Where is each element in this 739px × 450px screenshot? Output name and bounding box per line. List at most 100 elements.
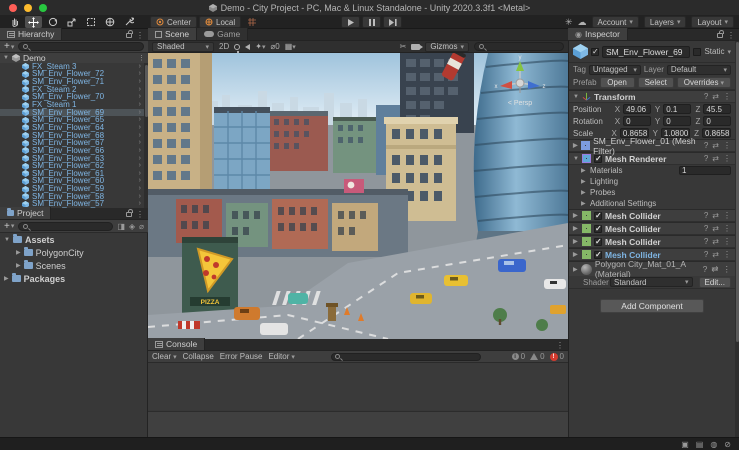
- progress-idle-icon[interactable]: ⊘: [724, 440, 731, 449]
- layers-dropdown[interactable]: Layers ▾: [643, 16, 687, 28]
- mesh-collider-header[interactable]: ▶ Mesh Collider ?⇄⋮: [569, 209, 735, 222]
- help-icon[interactable]: ?: [703, 264, 708, 275]
- tab-scene[interactable]: Scene: [148, 28, 198, 40]
- z-value-field[interactable]: 0: [703, 116, 731, 126]
- y-value-field[interactable]: 0.1: [663, 104, 691, 114]
- gizmo-persp-label[interactable]: < Persp: [508, 100, 532, 107]
- activity-icon[interactable]: ▤: [696, 440, 704, 449]
- component-menu-icon[interactable]: ⋮: [723, 224, 731, 233]
- auto-generate-lighting-icon[interactable]: ▣: [681, 440, 689, 449]
- mesh-filter-header[interactable]: ▶ SM_Env_Flower_01 (Mesh Filter) ? ⇄ ⋮: [569, 136, 735, 156]
- play-button[interactable]: [341, 16, 360, 28]
- layer-dropdown[interactable]: Default ▾: [666, 64, 731, 75]
- gizmo-axis-z-label[interactable]: z: [543, 84, 546, 90]
- lock-icon[interactable]: [717, 30, 724, 38]
- transform-tool-button[interactable]: [101, 16, 118, 28]
- component-enabled-checkbox[interactable]: [594, 237, 602, 246]
- rotate-tool-button[interactable]: [44, 16, 61, 28]
- help-icon[interactable]: ?: [704, 141, 708, 150]
- mesh-renderer-property-row[interactable]: ▶ Lighting: [569, 176, 735, 187]
- transform-component-header[interactable]: ▼ Transform ? ⇄ ⋮: [569, 90, 735, 103]
- grid-snap-button[interactable]: [243, 16, 260, 28]
- scene-audio-toggle-icon[interactable]: [245, 43, 251, 50]
- cloud-icon[interactable]: ☁: [578, 16, 587, 28]
- tab-hierarchy[interactable]: Hierarchy: [0, 28, 63, 40]
- component-menu-icon[interactable]: ⋮: [723, 154, 731, 163]
- hidden-packages-icon[interactable]: ⌀: [139, 222, 144, 231]
- hierarchy-search-input[interactable]: [18, 42, 144, 51]
- panel-menu-icon[interactable]: ⋮: [136, 31, 144, 40]
- component-enabled-checkbox[interactable]: [594, 154, 602, 163]
- console-error-pause-toggle[interactable]: Error Pause: [220, 352, 263, 361]
- layout-dropdown[interactable]: Layout ▾: [691, 16, 734, 28]
- custom-tool-button[interactable]: [120, 16, 137, 28]
- active-checkbox[interactable]: [591, 47, 599, 56]
- hierarchy-scene-row[interactable]: ▼ Demo ⋮: [0, 53, 148, 63]
- component-menu-icon[interactable]: ⋮: [723, 250, 731, 259]
- help-icon[interactable]: ?: [704, 211, 708, 220]
- search-by-type-icon[interactable]: ◨: [117, 222, 125, 231]
- lock-icon[interactable]: [126, 209, 133, 217]
- prefab-open-button[interactable]: Open: [599, 77, 635, 88]
- y-value-field[interactable]: 0: [663, 116, 691, 126]
- rotation-local-button[interactable]: Local: [199, 16, 242, 28]
- help-icon[interactable]: ?: [704, 154, 708, 163]
- panel-menu-icon[interactable]: ⋮: [136, 210, 144, 219]
- component-enabled-checkbox[interactable]: [594, 211, 602, 220]
- mesh-renderer-property-row[interactable]: ▶ Materials 1: [569, 165, 735, 176]
- hidden-objects-toggle[interactable]: ⌀0: [270, 42, 279, 51]
- component-tools-icon[interactable]: ✂: [400, 42, 407, 51]
- tab-game[interactable]: Game: [197, 28, 249, 40]
- step-button[interactable]: [383, 16, 402, 28]
- 2d-toggle[interactable]: 2D: [219, 42, 229, 51]
- presets-icon[interactable]: ⇄: [712, 92, 719, 101]
- gizmos-dropdown[interactable]: Gizmos ▾: [425, 41, 469, 52]
- panel-menu-icon[interactable]: ⋮: [556, 341, 564, 350]
- z-value-field[interactable]: 45.5: [703, 104, 731, 114]
- tag-dropdown[interactable]: Untagged ▾: [588, 64, 641, 75]
- effects-dropdown[interactable]: ✦▾: [255, 42, 265, 51]
- rect-tool-button[interactable]: [82, 16, 99, 28]
- project-folder-polygoncity[interactable]: ▶ PolygonCity: [0, 246, 147, 259]
- console-editor-dropdown[interactable]: Editor ▾: [268, 352, 294, 361]
- help-icon[interactable]: ?: [704, 92, 708, 101]
- grid-visibility-dropdown[interactable]: ▦▾: [285, 42, 296, 51]
- presets-icon[interactable]: ⇄: [712, 154, 719, 163]
- help-icon[interactable]: ?: [704, 250, 708, 259]
- search-by-label-icon[interactable]: ◈: [129, 222, 135, 231]
- prefab-select-button[interactable]: Select: [637, 77, 674, 88]
- console-warning-filter[interactable]: 0: [530, 352, 545, 361]
- component-enabled-checkbox[interactable]: [594, 224, 602, 233]
- console-error-filter[interactable]: ! 0: [549, 352, 564, 361]
- create-object-button[interactable]: + ▾: [4, 41, 14, 52]
- component-menu-icon[interactable]: ⋮: [723, 92, 731, 101]
- lock-icon[interactable]: [126, 30, 133, 38]
- presets-icon[interactable]: ⇄: [712, 237, 719, 246]
- prefab-overrides-dropdown[interactable]: Overrides ▾: [676, 77, 731, 88]
- create-asset-button[interactable]: + ▾: [4, 221, 14, 232]
- gameobject-name-field[interactable]: SM_Env_Flower_69: [602, 45, 691, 58]
- x-value-field[interactable]: 0: [623, 116, 651, 126]
- mesh-collider-header[interactable]: ▶ Mesh Collider ?⇄⋮: [569, 235, 735, 248]
- presets-icon[interactable]: ⇄: [712, 141, 719, 150]
- scene-search-input[interactable]: [474, 42, 564, 51]
- inspector-scrollbar[interactable]: [735, 41, 739, 437]
- help-icon[interactable]: ?: [704, 237, 708, 246]
- mesh-renderer-property-row[interactable]: ▶ Probes: [569, 187, 735, 198]
- presets-icon[interactable]: ⇄: [712, 211, 719, 220]
- add-component-button[interactable]: Add Component: [600, 299, 704, 313]
- hand-tool-button[interactable]: [6, 16, 23, 28]
- component-menu-icon[interactable]: ⋮: [723, 141, 731, 150]
- presets-icon[interactable]: ⇄: [712, 224, 719, 233]
- console-info-filter[interactable]: i0: [511, 352, 525, 361]
- scene-menu-icon[interactable]: ⋮: [138, 54, 145, 62]
- tab-console[interactable]: Console: [148, 338, 206, 350]
- help-icon[interactable]: ?: [704, 224, 708, 233]
- component-menu-icon[interactable]: ⋮: [723, 211, 731, 220]
- shading-mode-dropdown[interactable]: Shaded ▾: [152, 41, 214, 52]
- z-value-field[interactable]: 0.8658: [701, 128, 731, 138]
- account-dropdown[interactable]: Account ▾: [591, 16, 639, 28]
- static-checkbox[interactable]: [693, 47, 702, 56]
- tab-inspector[interactable]: ◉ Inspector: [568, 28, 628, 40]
- tab-project[interactable]: Project: [0, 207, 52, 219]
